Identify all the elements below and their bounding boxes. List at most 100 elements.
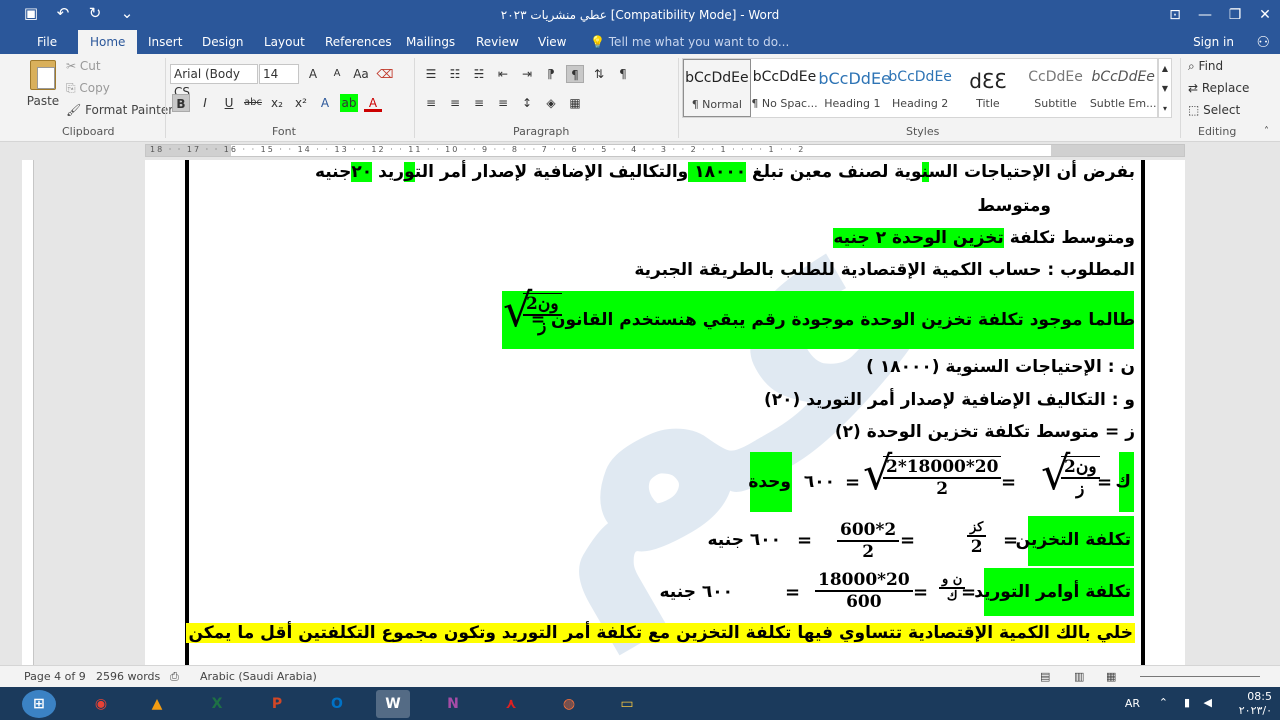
tab-design[interactable]: Design [202, 30, 243, 54]
font-name-box[interactable]: Arial (Body CS [170, 64, 258, 99]
style-heading-1[interactable]: bCcDdEe Heading 1 [818, 59, 891, 117]
replace-button[interactable]: ⇄ Replace [1188, 81, 1249, 95]
k-substitution: 2*18000*202 [863, 450, 1002, 499]
paste-button[interactable]: Paste [26, 60, 60, 116]
vlc-icon[interactable]: ▲ [140, 690, 174, 718]
chrome-icon[interactable]: ◉ [84, 690, 118, 718]
minimize-icon[interactable]: — [1190, 0, 1220, 30]
style-subtle-emphasis[interactable]: bCcDdEe Subtle Em... [1089, 59, 1157, 117]
italic-button[interactable]: I [196, 94, 214, 112]
ribbon-display-icon[interactable]: ⊡ [1160, 0, 1190, 30]
strikethrough-button[interactable]: abc [244, 94, 262, 112]
document-page[interactable]: عم بفرض أن الإحتياجات السنوية لصنف معين … [145, 160, 1185, 665]
word-icon[interactable]: W [376, 690, 410, 718]
acrobat-icon[interactable]: ⋏ [494, 690, 528, 718]
explorer-icon[interactable]: ▭ [610, 690, 644, 718]
select-button[interactable]: ⬚ Select [1188, 103, 1240, 117]
fraction: ن وك [939, 572, 966, 604]
tab-review[interactable]: Review [476, 30, 519, 54]
clock-time[interactable]: 08:5 [1247, 690, 1272, 703]
tab-home[interactable]: Home [78, 30, 138, 54]
clear-format-icon[interactable]: ⌫ [376, 65, 394, 83]
grow-font-button[interactable]: A [304, 65, 322, 83]
tab-references[interactable]: References [325, 30, 392, 54]
proofing-icon[interactable]: ⎙ [170, 670, 179, 684]
clock-date[interactable]: ٢٠٢٣/٠ [1239, 704, 1272, 717]
style-preview: bCcDdEe [1091, 69, 1155, 85]
highlight-color-icon[interactable]: ab [340, 94, 358, 112]
numerator: ن و [939, 572, 966, 589]
bold-button[interactable]: B [172, 94, 190, 112]
vertical-ruler[interactable] [22, 160, 34, 665]
restore-icon[interactable]: ❐ [1220, 0, 1250, 30]
start-icon[interactable]: ⊞ [22, 690, 56, 718]
ruler-margin [1051, 145, 1184, 156]
print-layout-icon[interactable]: ▦ [1106, 670, 1116, 683]
decrease-indent-icon[interactable]: ⇤ [494, 65, 512, 83]
outlook-icon[interactable]: O [320, 690, 354, 718]
borders-icon[interactable]: ▦ [566, 94, 584, 112]
shading-icon[interactable]: ◈ [542, 94, 560, 112]
find-button[interactable]: ⌕ Find [1188, 59, 1223, 74]
share-person-icon[interactable]: ⚇ [1257, 33, 1270, 51]
horizontal-ruler[interactable]: 18 · · 17 · · 16 · · 15 · · 14 · · 13 · … [145, 144, 1185, 157]
focus-mode-icon[interactable]: ▤ [1040, 670, 1050, 683]
tab-layout[interactable]: Layout [264, 30, 305, 54]
bullets-icon[interactable]: ☰ [422, 65, 440, 83]
read-mode-icon[interactable]: ▥ [1074, 670, 1084, 683]
tell-me-box[interactable]: 💡 Tell me what you want to do... [590, 30, 789, 54]
superscript-button[interactable]: x² [292, 94, 310, 112]
style-normal[interactable]: bCcDdEe ¶ Normal [683, 59, 751, 117]
zoom-slider[interactable] [1140, 676, 1260, 677]
change-case-button[interactable]: Aa [352, 65, 370, 83]
ltr-icon[interactable]: ⁋ [542, 65, 560, 83]
font-color-icon[interactable]: A [364, 94, 382, 112]
language-status[interactable]: Arabic (Saudi Arabia) [200, 670, 317, 683]
close-icon[interactable]: ✕ [1250, 0, 1280, 30]
justify-icon[interactable]: ≡ [494, 94, 512, 112]
increase-indent-icon[interactable]: ⇥ [518, 65, 536, 83]
copy-button[interactable]: ⎘ Copy [66, 81, 110, 96]
align-left-icon[interactable]: ≡ [422, 94, 440, 112]
text-effects-icon[interactable]: A [316, 94, 334, 112]
onenote-icon[interactable]: N [436, 690, 470, 718]
styles-scroll[interactable]: ▲ ▼ ▾ [1158, 58, 1172, 118]
powerpoint-icon[interactable]: P [260, 690, 294, 718]
sort-icon[interactable]: ⇅ [590, 65, 608, 83]
tab-file[interactable]: File [37, 30, 57, 54]
square-root: 2ونز [503, 287, 562, 336]
tray-expand-icon[interactable]: ⌃ [1159, 696, 1168, 709]
show-marks-button[interactable]: ¶ [614, 65, 632, 83]
align-center-icon[interactable]: ≡ [446, 94, 464, 112]
sign-in-link[interactable]: Sign in [1193, 30, 1234, 54]
rtl-icon[interactable]: ¶ [566, 65, 584, 83]
find-label: Find [1198, 59, 1224, 73]
tab-insert[interactable]: Insert [148, 30, 182, 54]
input-language[interactable]: AR [1125, 697, 1140, 710]
line-spacing-icon[interactable]: ↕ [518, 94, 536, 112]
style-heading-2[interactable]: bCcDdEe Heading 2 [886, 59, 954, 117]
numbering-icon[interactable]: ☷ [446, 65, 464, 83]
style-no-spacing[interactable]: bCcDdEe ¶ No Spac... [751, 59, 819, 117]
cut-button[interactable]: ✂ Cut [66, 59, 101, 73]
tab-mailings[interactable]: Mailings [406, 30, 455, 54]
word-count[interactable]: 2596 words [96, 670, 160, 683]
style-subtitle[interactable]: CcDdEe Subtitle [1022, 59, 1090, 117]
multilevel-list-icon[interactable]: ☵ [470, 65, 488, 83]
underline-button[interactable]: U [220, 94, 238, 112]
collapse-ribbon-icon[interactable]: ˄ [1264, 126, 1269, 137]
style-title[interactable]: dƐƐ Title [954, 59, 1022, 117]
storage-substitution: 600*2 2 [837, 520, 900, 562]
page-count[interactable]: Page 4 of 9 [24, 670, 86, 683]
numerator: 2*18000*20 [883, 456, 1002, 479]
format-painter-button[interactable]: 🖌 Format Painter [66, 103, 173, 117]
tab-view[interactable]: View [538, 30, 566, 54]
shrink-font-button[interactable]: A [328, 65, 346, 83]
excel-icon[interactable]: X [200, 690, 234, 718]
subscript-button[interactable]: x₂ [268, 94, 286, 112]
network-icon[interactable]: ▮ [1184, 696, 1190, 709]
firefox-icon[interactable]: ◍ [552, 690, 586, 718]
align-right-icon[interactable]: ≡ [470, 94, 488, 112]
volume-icon[interactable]: ◀ [1204, 696, 1212, 709]
font-size-box[interactable]: 14 [259, 64, 299, 84]
